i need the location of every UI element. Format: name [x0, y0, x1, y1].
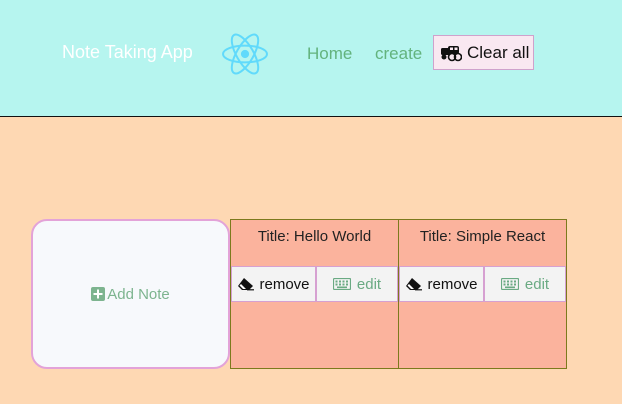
react-logo-icon: [222, 33, 268, 75]
note-actions: remove edit: [399, 266, 566, 302]
add-note-button[interactable]: Add Note: [31, 219, 230, 369]
note-card: Title: Hello World remove edit: [230, 219, 399, 369]
eraser-icon: [406, 278, 423, 291]
nav-create-link[interactable]: create: [375, 44, 422, 64]
clear-all-button[interactable]: Clear all: [433, 35, 534, 70]
edit-label: edit: [356, 275, 382, 293]
remove-button[interactable]: remove: [231, 266, 316, 302]
app-header: Note Taking App Home create Clear all: [0, 0, 622, 117]
edit-label: edit: [524, 275, 550, 293]
note-actions: remove edit: [231, 266, 398, 302]
plus-square-icon: [91, 287, 106, 301]
keyboard-icon: [500, 278, 519, 290]
clear-all-label: Clear all: [467, 42, 530, 62]
remove-button[interactable]: remove: [399, 266, 484, 302]
eraser-icon: [238, 278, 255, 291]
nav-home-link[interactable]: Home: [307, 44, 352, 64]
note-card: Title: Simple React remove edit: [398, 219, 567, 369]
add-note-label: Add Note: [107, 285, 170, 303]
cars-icon: [441, 45, 462, 61]
note-title: Title: Hello World: [257, 228, 372, 245]
remove-label: remove: [427, 275, 478, 293]
note-title: Title: Simple React: [419, 228, 546, 245]
app-brand[interactable]: Note Taking App: [62, 42, 193, 63]
keyboard-icon: [332, 278, 351, 290]
edit-button[interactable]: edit: [484, 266, 566, 302]
edit-button[interactable]: edit: [316, 266, 398, 302]
remove-label: remove: [259, 275, 310, 293]
